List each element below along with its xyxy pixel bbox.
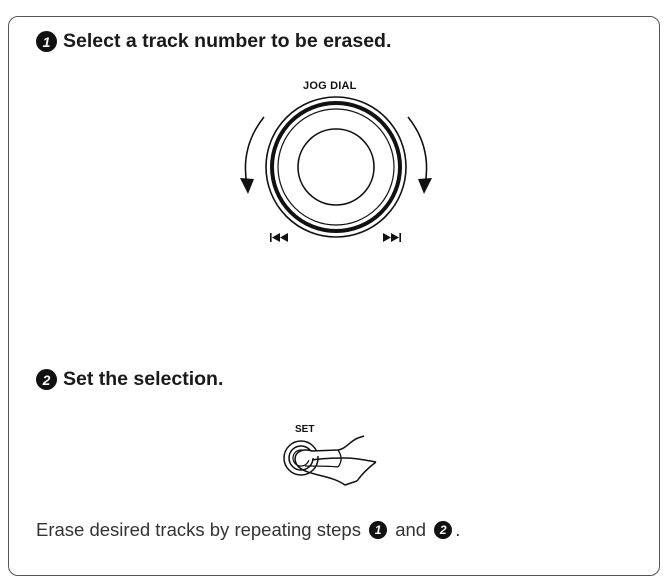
- skip-next-icon: [383, 233, 401, 242]
- step-2-heading: 2 Set the selection.: [36, 368, 223, 391]
- step-2-number-badge: 2: [36, 369, 57, 390]
- rotate-clockwise-arrow-icon: [407, 116, 432, 194]
- illustrations: [240, 96, 432, 486]
- footer-text-middle: and: [390, 519, 432, 540]
- set-button-label: SET: [295, 424, 315, 435]
- step-1-reference-badge: 1: [369, 521, 388, 539]
- jog-dial-illustration[interactable]: [265, 96, 407, 238]
- skip-previous-icon: [270, 233, 288, 242]
- step-2-title: Set the selection.: [63, 368, 224, 390]
- footer-text-after: .: [455, 519, 461, 540]
- step-2-reference-badge: 2: [434, 521, 453, 539]
- pressing-hand-icon: [294, 435, 377, 486]
- rotate-counterclockwise-arrow-icon: [240, 116, 265, 194]
- footer-text-before: Erase desired tracks by repeating steps: [36, 519, 367, 540]
- footer-note: Erase desired tracks by repeating steps …: [36, 519, 460, 541]
